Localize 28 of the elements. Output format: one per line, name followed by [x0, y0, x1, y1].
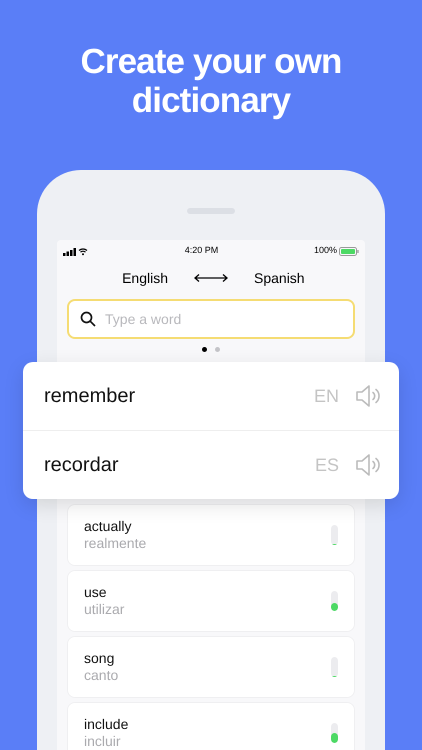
swap-arrow-icon[interactable]: [194, 273, 228, 283]
translation: utilizar: [84, 601, 126, 618]
search-field[interactable]: Type a word: [67, 299, 355, 339]
headline: Create your own dictionary: [79, 41, 343, 120]
word-card[interactable]: include incluir: [67, 702, 355, 750]
battery-percent: 100%: [314, 244, 337, 258]
word: song: [84, 650, 116, 667]
source-language[interactable]: English: [98, 268, 168, 288]
signal-wifi-icon: [63, 246, 89, 256]
word: actually: [84, 518, 132, 535]
search-icon: [80, 311, 96, 327]
language-code: ES: [314, 454, 339, 476]
word: use: [84, 584, 108, 601]
speaker-icon[interactable]: [355, 453, 381, 477]
word-card[interactable]: use utilizar: [67, 570, 355, 632]
translation: realmente: [84, 535, 148, 552]
card-word: remember: [44, 384, 136, 409]
card-word: recordar: [44, 453, 120, 478]
battery-icon: [339, 246, 359, 256]
target-language[interactable]: Spanish: [254, 268, 324, 288]
translation: canto: [84, 667, 120, 684]
translation: incluir: [84, 733, 122, 750]
word-card[interactable]: actually realmente: [67, 504, 355, 566]
word-card[interactable]: song canto: [67, 636, 355, 698]
status-time: 4:20 PM: [184, 244, 218, 258]
speaker-icon[interactable]: [355, 384, 381, 408]
language-code: EN: [314, 384, 339, 408]
word: include: [84, 716, 130, 733]
